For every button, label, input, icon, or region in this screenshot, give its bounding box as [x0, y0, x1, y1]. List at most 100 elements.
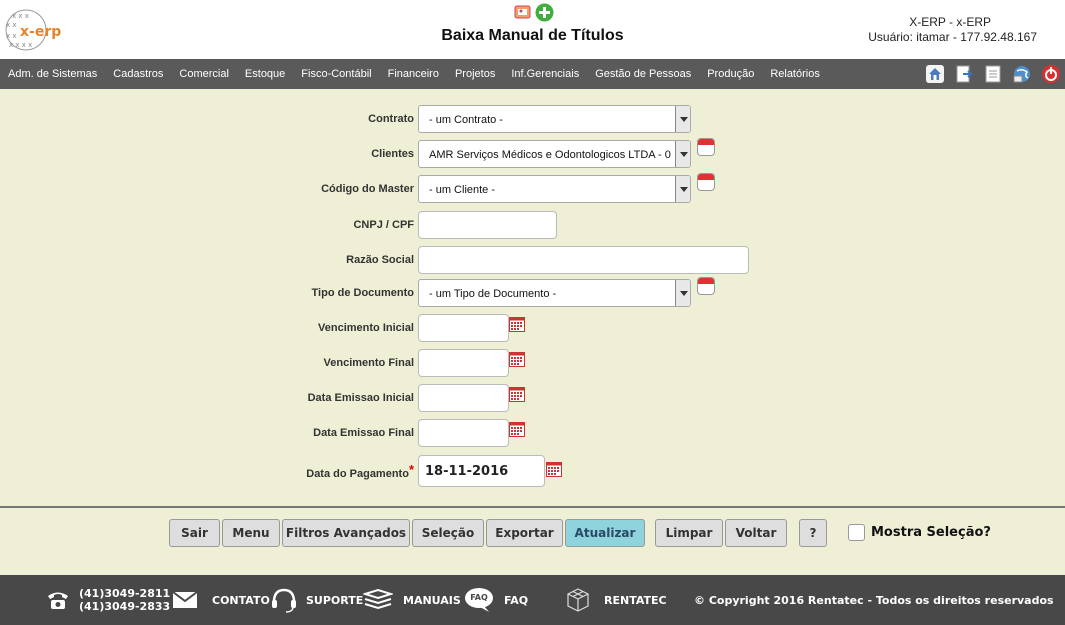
footer-phones: (41)3049-2811 (41)3049-2833 — [45, 575, 170, 625]
data-emissao-inicial-input[interactable] — [418, 384, 509, 412]
company-name: X-ERP - x-ERP — [909, 15, 991, 29]
vencimento-inicial-input[interactable] — [418, 314, 509, 342]
rentatec-link[interactable]: RENTATEC — [604, 594, 667, 607]
data-pagamento-input[interactable]: 18-11-2016 — [418, 455, 545, 487]
chevron-down-icon[interactable] — [675, 280, 690, 306]
home-icon[interactable] — [925, 64, 945, 84]
faq-link[interactable]: FAQ — [504, 594, 528, 607]
clientes-select[interactable]: AMR Serviços Médicos e Odontologicos LTD… — [418, 140, 691, 168]
faq-badge: FAQ — [470, 593, 488, 602]
row-vencimento-inicial: Vencimento Inicial — [0, 314, 1065, 344]
footer-contato[interactable]: CONTATO — [172, 575, 270, 625]
books-icon — [363, 588, 393, 610]
calendar-icon[interactable] — [509, 387, 525, 402]
vencimento-final-label: Vencimento Final — [323, 357, 414, 369]
tipo-documento-select[interactable]: - um Tipo de Documento - — [418, 279, 691, 307]
header: x x x x x x x x x x x x-erp Baixa Manual… — [0, 0, 1065, 59]
row-razao-social: Razão Social — [0, 246, 1065, 276]
calendar-icon[interactable] — [546, 462, 562, 477]
rentatec-logo-icon — [567, 588, 589, 612]
nav-fisco-contabil[interactable]: Fisco-Contábil — [293, 68, 379, 80]
divider — [0, 506, 1065, 508]
chevron-down-icon[interactable] — [675, 141, 690, 167]
user-name: Usuário: itamar - 177.92.48.167 — [868, 30, 1037, 44]
top-icons — [514, 3, 554, 27]
footer-manuais[interactable]: MANUAIS — [363, 575, 461, 625]
row-contrato: Contrato - um Contrato - — [0, 105, 1065, 135]
vencimento-final-input[interactable] — [418, 349, 509, 377]
help-globe-icon[interactable] — [1012, 64, 1032, 84]
nav-estoque[interactable]: Estoque — [237, 68, 293, 80]
voltar-button[interactable]: Voltar — [725, 519, 787, 547]
export-icon[interactable] — [954, 64, 974, 84]
nav-cadastros[interactable]: Cadastros — [105, 68, 171, 80]
image-icon[interactable] — [514, 3, 531, 27]
footer-faq[interactable]: FAQ FAQ — [464, 575, 528, 625]
footer-copyright: © Copyright 2016 Rentatec - Todos os dir… — [694, 575, 1054, 625]
footer-rentatec[interactable]: RENTATEC — [564, 575, 667, 625]
calendar-lookup-icon[interactable] — [697, 173, 715, 191]
document-icon[interactable] — [983, 64, 1003, 84]
sair-button[interactable]: Sair — [169, 519, 220, 547]
envelope-icon — [172, 591, 198, 608]
exportar-button[interactable]: Exportar — [486, 519, 563, 547]
nav-adm-sistemas[interactable]: Adm. de Sistemas — [0, 68, 105, 80]
atualizar-button[interactable]: Atualizar — [565, 519, 645, 547]
nav-financeiro[interactable]: Financeiro — [380, 68, 447, 80]
cnpj-input[interactable] — [418, 211, 557, 239]
row-tipo-documento: Tipo de Documento - um Tipo de Documento… — [0, 277, 1065, 309]
calendar-icon[interactable] — [509, 422, 525, 437]
chevron-down-icon[interactable] — [675, 176, 690, 202]
row-cnpj: CNPJ / CPF — [0, 211, 1065, 241]
nav-inf-gerenciais[interactable]: Inf.Gerenciais — [503, 68, 587, 80]
codigo-master-value: - um Cliente - — [429, 184, 496, 196]
row-codigo-master: Código do Master - um Cliente - — [0, 173, 1065, 205]
razao-social-label: Razão Social — [346, 254, 414, 266]
mostra-selecao-checkbox[interactable] — [848, 524, 865, 541]
footer-suporte[interactable]: SUPORTE — [270, 575, 363, 625]
mostra-selecao-label: Mostra Seleção? — [871, 525, 991, 540]
data-pagamento-label-text: Data do Pagamento — [306, 468, 409, 480]
chevron-down-icon[interactable] — [675, 106, 690, 132]
contrato-select[interactable]: - um Contrato - — [418, 105, 691, 133]
calendar-icon[interactable] — [509, 317, 525, 332]
add-icon[interactable] — [535, 3, 554, 27]
headset-icon — [272, 588, 296, 613]
phone-icon — [48, 592, 68, 609]
row-vencimento-final: Vencimento Final — [0, 349, 1065, 379]
tipo-documento-value: - um Tipo de Documento - — [429, 288, 557, 300]
calendar-lookup-icon[interactable] — [697, 138, 715, 156]
phone-2: (41)3049-2833 — [79, 600, 171, 613]
calendar-icon[interactable] — [509, 352, 525, 367]
nav-producao[interactable]: Produção — [699, 68, 762, 80]
filtros-avancados-button[interactable]: Filtros Avançados — [282, 519, 410, 547]
data-emissao-final-input[interactable] — [418, 419, 509, 447]
mostra-selecao[interactable]: Mostra Seleção? — [848, 524, 991, 541]
razao-social-input[interactable] — [418, 246, 749, 274]
calendar-lookup-icon[interactable] — [697, 277, 715, 295]
user-info: X-ERP - x-ERP Usuário: itamar - 177.92.4… — [868, 15, 1037, 45]
nav-comercial[interactable]: Comercial — [171, 68, 237, 80]
suporte-link[interactable]: SUPORTE — [306, 594, 363, 607]
contrato-value: - um Contrato - — [429, 114, 503, 126]
svg-text:x x x: x x x — [12, 12, 29, 20]
row-clientes: Clientes AMR Serviços Médicos e Odontolo… — [0, 138, 1065, 170]
selecao-button[interactable]: Seleção — [412, 519, 484, 547]
contrato-label: Contrato — [368, 113, 414, 125]
tipo-documento-label: Tipo de Documento — [311, 287, 414, 299]
codigo-master-select[interactable]: - um Cliente - — [418, 175, 691, 203]
copyright-text: © Copyright 2016 Rentatec - Todos os dir… — [694, 593, 1054, 607]
row-data-emissao-inicial: Data Emissao Inicial — [0, 384, 1065, 414]
limpar-button[interactable]: Limpar — [655, 519, 723, 547]
power-icon[interactable] — [1041, 64, 1061, 84]
contato-link[interactable]: CONTATO — [212, 594, 270, 607]
nav-gestao-pessoas[interactable]: Gestão de Pessoas — [587, 68, 699, 80]
manuais-link[interactable]: MANUAIS — [403, 594, 461, 607]
row-data-pagamento: Data do Pagamento* 18-11-2016 — [0, 455, 1065, 489]
nav-relatorios[interactable]: Relatórios — [762, 68, 828, 80]
menu-button[interactable]: Menu — [222, 519, 280, 547]
help-button[interactable]: ? — [799, 519, 827, 547]
nav-projetos[interactable]: Projetos — [447, 68, 503, 80]
clientes-value: AMR Serviços Médicos e Odontologicos LTD… — [429, 149, 671, 161]
cnpj-label: CNPJ / CPF — [353, 219, 414, 231]
